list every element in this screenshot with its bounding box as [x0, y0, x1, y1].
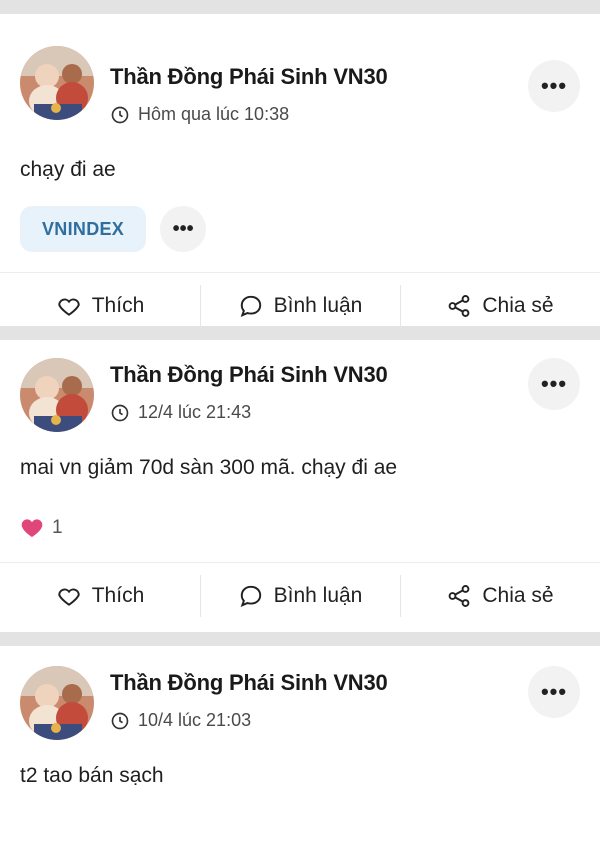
- comment-bubble-icon: [240, 295, 261, 317]
- more-horizontal-icon: •••: [540, 679, 568, 704]
- more-horizontal-icon: •••: [540, 73, 568, 98]
- reaction-count: 1: [52, 517, 63, 538]
- feed-divider: [0, 0, 600, 14]
- tag-row: VNINDEX •••: [0, 206, 226, 252]
- post-author[interactable]: Thần Đồng Phái Sinh VN30: [110, 64, 388, 90]
- post-meta: 12/4 lúc 21:43: [110, 402, 251, 423]
- like-label: Thích: [91, 584, 145, 607]
- post-time: Hôm qua lúc 10:38: [138, 104, 290, 124]
- post-time: 10/4 lúc 21:03: [138, 710, 252, 730]
- feed: Thần Đồng Phái Sinh VN30 Hôm qua lúc 10:…: [0, 0, 600, 846]
- tag-vnindex[interactable]: VNINDEX: [20, 206, 147, 252]
- share-icon: [448, 295, 470, 317]
- share-button[interactable]: Chia sẻ: [400, 563, 600, 629]
- heart-filled-icon: [21, 519, 43, 537]
- like-button[interactable]: Thích: [0, 563, 200, 629]
- more-options-button[interactable]: •••: [528, 666, 580, 718]
- tag-more-button[interactable]: •••: [160, 206, 207, 252]
- post-text: chạy đi ae: [20, 158, 116, 181]
- feed-divider: [0, 632, 600, 646]
- reaction-summary[interactable]: 1: [0, 516, 83, 540]
- comment-label: Bình luận: [273, 294, 363, 317]
- post-meta: Hôm qua lúc 10:38: [110, 104, 289, 125]
- more-horizontal-icon: •••: [172, 217, 194, 240]
- share-label: Chia sẻ: [482, 294, 554, 317]
- heart-outline-icon: [58, 298, 80, 316]
- post-text: mai vn giảm 70d sàn 300 mã. chạy đi ae: [20, 456, 398, 479]
- share-icon: [448, 585, 470, 607]
- comment-button[interactable]: Bình luận: [200, 273, 400, 339]
- comment-label: Bình luận: [273, 584, 363, 607]
- like-label: Thích: [91, 294, 145, 317]
- more-options-button[interactable]: •••: [528, 60, 580, 112]
- post-author[interactable]: Thần Đồng Phái Sinh VN30: [110, 362, 388, 388]
- more-horizontal-icon: •••: [540, 371, 568, 396]
- avatar[interactable]: [20, 666, 94, 740]
- share-button[interactable]: Chia sẻ: [400, 273, 600, 339]
- share-label: Chia sẻ: [482, 584, 554, 607]
- action-bar: Thích Bình luận Chia sẻ: [0, 562, 600, 629]
- post-meta: 10/4 lúc 21:03: [110, 710, 251, 731]
- avatar[interactable]: [20, 358, 94, 432]
- avatar[interactable]: [20, 46, 94, 120]
- post: Thần Đồng Phái Sinh VN30 10/4 lúc 21:03 …: [0, 646, 600, 846]
- clock-icon: [111, 404, 129, 421]
- like-button[interactable]: Thích: [0, 273, 200, 339]
- post-time: 12/4 lúc 21:43: [138, 402, 252, 422]
- post: Thần Đồng Phái Sinh VN30 12/4 lúc 21:43 …: [0, 340, 600, 632]
- comment-button[interactable]: Bình luận: [200, 563, 400, 629]
- clock-icon: [111, 712, 129, 729]
- comment-bubble-icon: [240, 585, 261, 607]
- post-author[interactable]: Thần Đồng Phái Sinh VN30: [110, 670, 388, 696]
- more-options-button[interactable]: •••: [528, 358, 580, 410]
- action-bar: Thích Bình luận Chia sẻ: [0, 272, 600, 339]
- post-text: t2 tao bán sạch: [20, 764, 164, 787]
- heart-outline-icon: [58, 588, 80, 606]
- post: Thần Đồng Phái Sinh VN30 Hôm qua lúc 10:…: [0, 14, 600, 327]
- clock-icon: [111, 106, 129, 123]
